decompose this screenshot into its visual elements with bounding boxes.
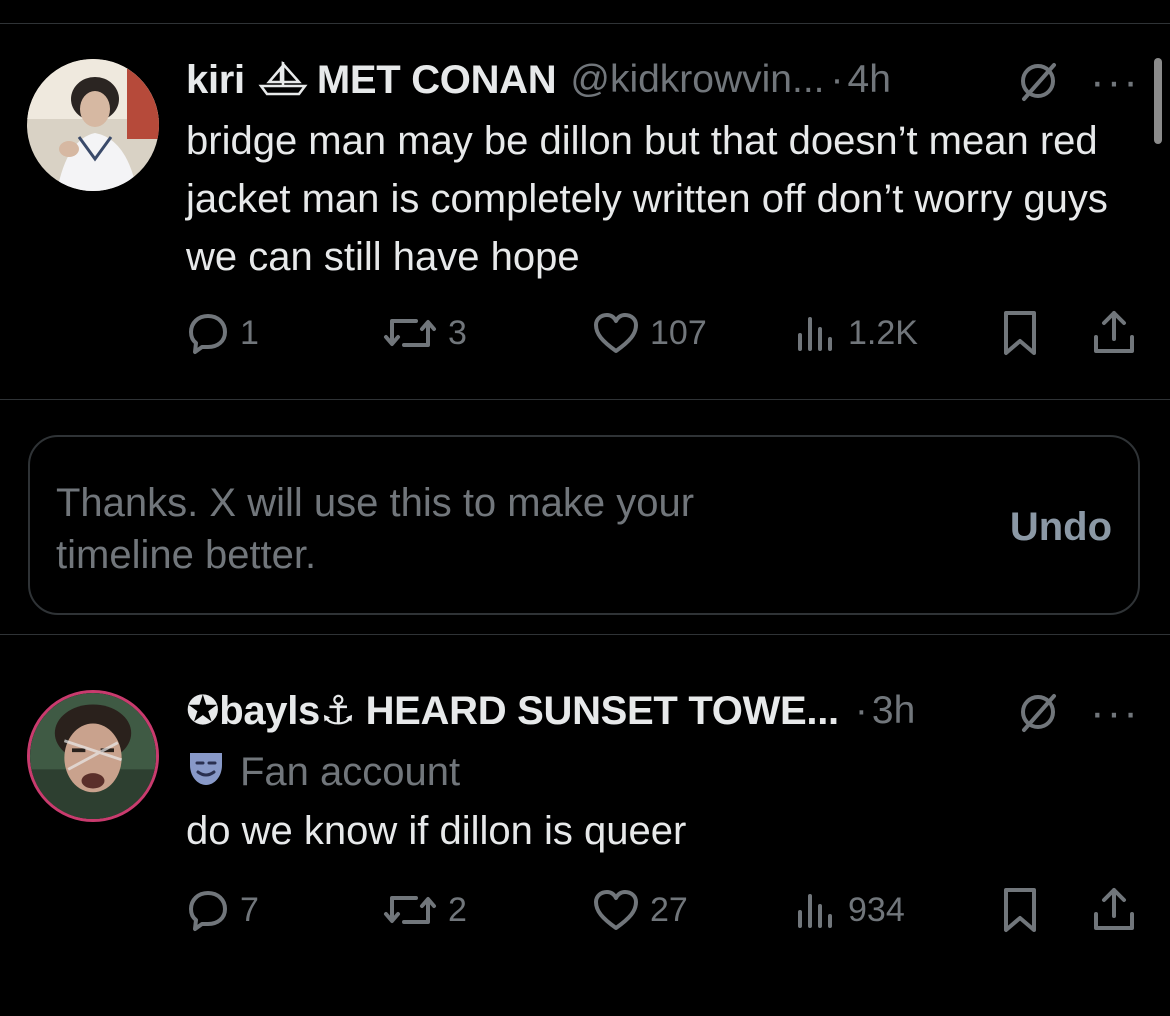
reply-count: 1 [240, 313, 259, 352]
avatar-photo [27, 59, 159, 191]
dot-separator: · [854, 689, 868, 732]
divider [0, 399, 1170, 400]
reply-icon [189, 314, 227, 354]
like-icon [594, 313, 638, 353]
bookmark-icon [1004, 888, 1036, 932]
like-count: 27 [650, 890, 688, 929]
timestamp[interactable]: 3h [872, 689, 915, 733]
share-icon [1094, 311, 1134, 353]
like-icon [594, 890, 638, 930]
display-name-suffix[interactable]: HEARD SUNSET TOWE... [366, 689, 840, 734]
views-button[interactable]: 934 [794, 885, 905, 935]
bookmark-icon [1004, 311, 1036, 355]
divider [0, 634, 1170, 635]
avatar-photo [30, 693, 156, 819]
repost-button[interactable]: 3 [382, 308, 467, 358]
avatar[interactable] [27, 690, 159, 822]
reply-count: 7 [240, 890, 259, 929]
feedback-message: Thanks. X will use this to make your tim… [56, 481, 695, 577]
share-button[interactable] [1090, 885, 1138, 935]
tweet-actions: 1 3 107 1.2K [186, 308, 1140, 358]
grok-icon[interactable] [1015, 58, 1061, 104]
share-icon [1094, 888, 1134, 930]
views-count: 934 [848, 890, 905, 929]
tweet-header: ✪bayls⚓ HEARD SUNSET TOWE... · 3h [186, 686, 915, 736]
repost-count: 3 [448, 313, 467, 352]
reply-button[interactable]: 7 [186, 885, 259, 935]
display-name[interactable]: ✪bayls⚓ [186, 688, 356, 734]
top-divider [0, 23, 1170, 24]
feedback-card: Thanks. X will use this to make your tim… [28, 435, 1140, 615]
reply-icon [189, 891, 227, 931]
timestamp[interactable]: 4h [848, 58, 891, 102]
tweet-text: bridge man may be dillon but that doesn’… [186, 119, 1108, 279]
repost-count: 2 [448, 890, 467, 929]
display-name[interactable]: kiri [186, 58, 245, 103]
views-icon [798, 894, 832, 928]
handle[interactable]: @kidkrowvin... [570, 58, 824, 102]
fan-account-badge: Fan account [240, 749, 461, 794]
tweet-text: do we know if dillon is queer [186, 809, 687, 853]
repost-button[interactable]: 2 [382, 885, 467, 935]
share-button[interactable] [1090, 308, 1138, 358]
repost-icon [384, 319, 436, 347]
views-count: 1.2K [848, 313, 918, 352]
reply-button[interactable]: 1 [186, 308, 259, 358]
more-options-button[interactable]: ··· [1090, 691, 1140, 735]
display-name-suffix[interactable]: MET CONAN [317, 58, 557, 103]
avatar[interactable] [27, 59, 159, 191]
dot-separator: · [830, 58, 844, 101]
like-count: 107 [650, 313, 707, 352]
ship-emoji-icon [257, 58, 309, 103]
bookmark-button[interactable] [998, 308, 1042, 358]
scrollbar[interactable] [1154, 58, 1162, 144]
repost-icon [384, 896, 436, 924]
undo-button[interactable]: Undo [1010, 505, 1112, 550]
like-button[interactable]: 107 [592, 308, 707, 358]
tweet-actions: 7 2 27 934 [186, 885, 1140, 935]
bookmark-button[interactable] [998, 885, 1042, 935]
views-button[interactable]: 1.2K [794, 308, 918, 358]
grok-icon[interactable] [1015, 689, 1061, 735]
badge-line: Fan account [186, 746, 460, 798]
more-options-button[interactable]: ··· [1090, 60, 1140, 104]
mask-emoji-icon [186, 747, 226, 797]
like-button[interactable]: 27 [592, 885, 688, 935]
views-icon [798, 317, 832, 351]
tweet-header: kiri MET CONAN @kidkrowvin... · 4h [186, 55, 891, 105]
